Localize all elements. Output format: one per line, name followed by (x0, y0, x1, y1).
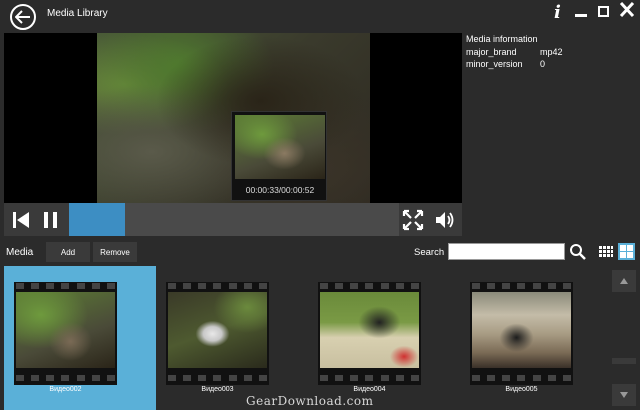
gallery-item-caption-top (4, 266, 156, 272)
chevron-down-icon (620, 392, 628, 398)
minimize-button[interactable] (574, 0, 588, 25)
search-label: Search (414, 247, 445, 258)
maximize-button[interactable] (598, 6, 609, 17)
previous-button[interactable] (8, 207, 34, 233)
volume-icon (436, 212, 454, 228)
remove-button[interactable]: Remove (93, 242, 137, 262)
gallery-item-caption-top (460, 266, 608, 272)
info-button[interactable]: i (554, 2, 561, 23)
video-player[interactable]: 00:00:33/00:00:52 (4, 33, 462, 203)
grid-view-button[interactable] (597, 243, 614, 260)
seek-preview-image (235, 115, 325, 179)
scroll-up-button[interactable] (612, 270, 636, 292)
fullscreen-icon (402, 209, 424, 231)
volume-button[interactable] (432, 207, 458, 233)
scroll-thumb[interactable] (612, 358, 636, 364)
search-input[interactable] (448, 243, 565, 260)
gallery-item-thumbnail (166, 282, 269, 385)
tile-view-button[interactable] (618, 243, 635, 260)
close-button[interactable] (619, 0, 635, 24)
media-info-value: mp42 (540, 47, 563, 57)
gallery-item-thumbnail (470, 282, 573, 385)
search-button[interactable] (569, 243, 587, 261)
arrow-left-icon (15, 10, 30, 24)
grid-large-icon (620, 245, 633, 258)
media-info-value: 0 (540, 59, 546, 69)
gallery-item[interactable]: Видео002 (4, 266, 156, 410)
media-info-title: Media information (466, 34, 538, 44)
scroll-down-button[interactable] (612, 384, 636, 406)
media-gallery: Видео002 Видео003 Видео004 Видео005 (4, 266, 608, 410)
transport-bar (4, 203, 462, 236)
search-icon (570, 244, 586, 260)
back-button[interactable] (10, 4, 36, 30)
media-section-label: Media (6, 247, 34, 258)
chevron-up-icon (620, 278, 628, 284)
media-info-row: major_brand mp42 (466, 47, 563, 57)
media-info-key: minor_version (466, 59, 523, 69)
gallery-item-thumbnail (318, 282, 421, 385)
gallery-item[interactable]: Видео003 (156, 266, 308, 410)
gallery-item-caption-top (308, 266, 460, 272)
fullscreen-button[interactable] (400, 207, 426, 233)
gallery-scrollbar[interactable] (612, 266, 636, 410)
skip-back-icon (13, 212, 29, 228)
media-info-key: major_brand (466, 47, 517, 57)
gallery-item-label: Видео005 (505, 386, 538, 393)
grid-small-icon (598, 245, 613, 257)
gallery-item-label: Видео002 (49, 386, 82, 393)
seek-preview-time: 00:00:33/00:00:52 (245, 185, 315, 195)
pause-icon (44, 212, 57, 228)
media-info-row: minor_version 0 (466, 59, 545, 69)
gallery-item[interactable]: Видео004 (308, 266, 460, 410)
seek-preview: 00:00:33/00:00:52 (231, 111, 327, 201)
add-button[interactable]: Add (46, 242, 90, 262)
minimize-icon (575, 14, 587, 17)
gallery-item-label: Видео004 (353, 386, 386, 393)
gallery-item-thumbnail (14, 282, 117, 385)
seek-bar[interactable] (69, 203, 399, 236)
app-title: Media Library (47, 8, 108, 19)
pause-button[interactable] (38, 207, 64, 233)
watermark: GearDownload.com (246, 394, 374, 408)
seek-bar-progress (69, 203, 126, 236)
gallery-item-label: Видео003 (201, 386, 234, 393)
gallery-item[interactable]: Видео005 (460, 266, 608, 410)
title-bar: Media Library i (0, 0, 640, 30)
close-icon (619, 1, 635, 18)
gallery-item-caption-top (156, 266, 308, 272)
